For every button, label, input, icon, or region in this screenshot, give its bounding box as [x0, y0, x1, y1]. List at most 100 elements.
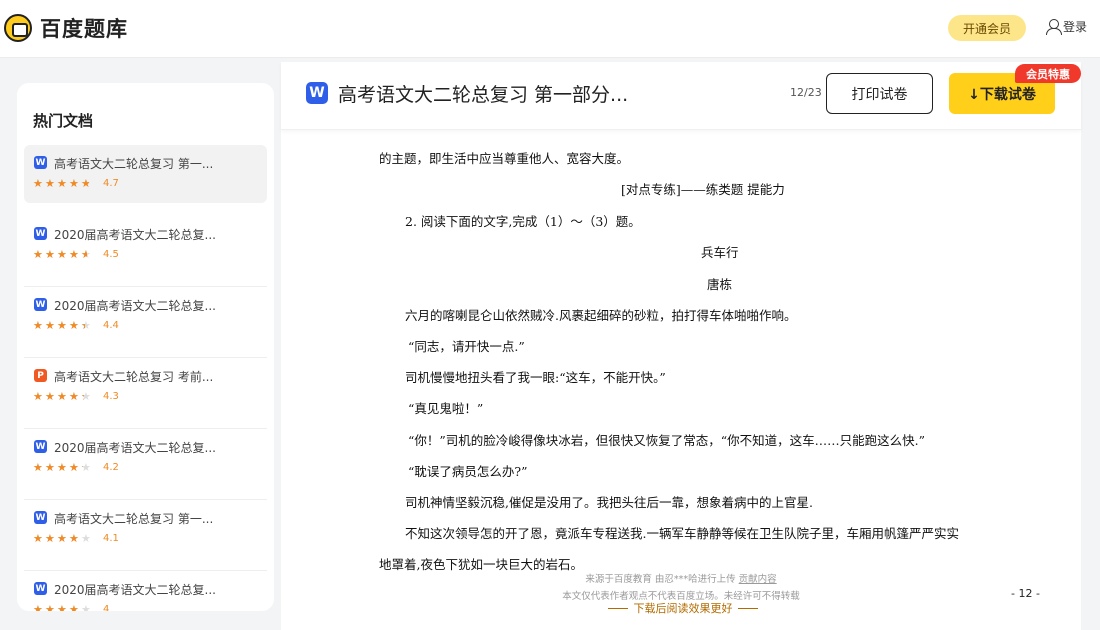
star-icon: ★ — [33, 391, 44, 402]
rating-value: 4.3 — [103, 391, 119, 402]
star-icon: ★ — [81, 178, 92, 189]
star-icon: ★ — [45, 462, 56, 473]
user-icon — [1046, 19, 1062, 35]
word-doc-icon: W — [34, 298, 47, 311]
hot-document-item[interactable]: W2020届高考语文大二轮总复...★★★★★4.4 — [24, 287, 267, 358]
star-icon: ★ — [45, 249, 56, 260]
star-icon: ★ — [69, 178, 80, 189]
rating-stars: ★★★★★4.4 — [33, 320, 119, 331]
source-prefix: 来源于百度教育 由 — [585, 574, 665, 585]
source-mid: 进行上传 — [697, 574, 736, 585]
star-icon: ★ — [33, 533, 44, 544]
print-button[interactable]: 打印试卷 — [826, 73, 933, 114]
text-line: 兵车行 — [701, 245, 739, 260]
star-icon: ★ — [69, 462, 80, 473]
star-icon: ★ — [69, 604, 80, 611]
logo-text: 百度题库 — [40, 17, 128, 41]
star-icon: ★ — [81, 249, 92, 260]
star-icon: ★ — [57, 604, 68, 611]
rating-value: 4.5 — [103, 249, 119, 260]
star-icon: ★ — [57, 320, 68, 331]
rating-value: 4.1 — [103, 533, 119, 544]
login-label: 登录 — [1063, 20, 1088, 34]
star-icon: ★ — [69, 249, 80, 260]
star-icon: ★ — [57, 533, 68, 544]
hot-document-item[interactable]: W2020届高考语文大二轮总复...★★★★★4.5 — [24, 216, 267, 287]
star-icon: ★ — [57, 249, 68, 260]
word-doc-icon: W — [306, 82, 328, 104]
top-header: 百度题库 开通会员 登录 — [0, 0, 1100, 58]
document-name: 2020届高考语文大二轮总复... — [54, 228, 216, 242]
star-icon: ★ — [57, 178, 68, 189]
hot-document-item[interactable]: P高考语文大二轮总复习 考前...★★★★★4.3 — [24, 358, 267, 429]
text-line: “你！”司机的脸冷峻得像块冰岩，但很快又恢复了常态，“你不知道，这车……只能跑这… — [408, 433, 926, 448]
rating-value: 4.4 — [103, 320, 119, 331]
text-line: 2. 阅读下面的文字,完成（1）～（3）题。 — [405, 214, 641, 229]
document-viewer: W 高考语文大二轮总复习 第一部分... 12/23 打印试卷 ↓下载试卷 会员… — [281, 62, 1081, 630]
text-line: [对点专练]——练类题 提能力 — [621, 182, 785, 197]
star-icon: ★ — [57, 462, 68, 473]
document-name: 2020届高考语文大二轮总复... — [54, 441, 216, 455]
ppt-doc-icon: P — [34, 369, 47, 382]
page-number: - 12 - — [1011, 587, 1040, 600]
source-note: 来源于百度教育 由忍***哈进行上传 贡献内容 — [281, 571, 1081, 585]
document-name: 高考语文大二轮总复习 第一... — [54, 512, 214, 526]
star-icon: ★ — [33, 178, 44, 189]
page-count: 12/23 — [790, 86, 822, 99]
hot-document-item[interactable]: W2020届高考语文大二轮总复...★★★★★4.2 — [24, 429, 267, 500]
logo[interactable]: 百度题库 — [4, 13, 128, 43]
text-line: “耽误了病员怎么办?” — [408, 464, 528, 479]
star-icon: ★ — [33, 320, 44, 331]
star-icon: ★ — [33, 249, 44, 260]
rating-stars: ★★★★★4.5 — [33, 249, 119, 260]
vip-discount-badge: 会员特惠 — [1015, 64, 1081, 83]
download-read-more-link[interactable]: 下载后阅读效果更好 — [608, 600, 758, 616]
login-button[interactable]: 登录 — [1046, 18, 1087, 35]
text-line: “真见鬼啦！” — [408, 401, 484, 416]
open-vip-button[interactable]: 开通会员 — [948, 15, 1026, 41]
document-name: 高考语文大二轮总复习 第一... — [54, 157, 214, 171]
rating-stars: ★★★★★4.2 — [33, 462, 119, 473]
document-name: 2020届高考语文大二轮总复... — [54, 583, 216, 597]
document-page: 的主题，即生活中应当尊重他人、宽容大度。 [对点专练]——练类题 提能力 2. … — [281, 132, 1081, 630]
star-icon: ★ — [81, 462, 92, 473]
star-icon: ★ — [69, 320, 80, 331]
rating-value: 4 — [103, 604, 110, 611]
rating-value: 4.7 — [103, 178, 119, 189]
document-name: 2020届高考语文大二轮总复... — [54, 299, 216, 313]
uploader-name: 忍***哈 — [664, 574, 698, 585]
hot-documents-list: W高考语文大二轮总复习 第一...★★★★★4.7W2020届高考语文大二轮总复… — [24, 145, 267, 611]
hot-documents-panel: 热门文档 W高考语文大二轮总复习 第一...★★★★★4.7W2020届高考语文… — [17, 83, 274, 611]
text-line: “同志，请开快一点.” — [408, 339, 525, 354]
text-line: 司机慢慢地扭头看了我一眼:“这车，不能开快。” — [405, 370, 666, 385]
hot-document-item[interactable]: W高考语文大二轮总复习 第一...★★★★★4.7 — [24, 145, 267, 203]
star-icon: ★ — [45, 604, 56, 611]
rating-value: 4.2 — [103, 462, 119, 473]
star-icon: ★ — [69, 391, 80, 402]
star-icon: ★ — [45, 178, 56, 189]
word-doc-icon: W — [34, 511, 47, 524]
document-title: 高考语文大二轮总复习 第一部分... — [338, 84, 629, 106]
word-doc-icon: W — [34, 440, 47, 453]
word-doc-icon: W — [34, 227, 47, 240]
hot-document-item[interactable]: W高考语文大二轮总复习 第一...★★★★★4.1 — [24, 500, 267, 571]
rating-stars: ★★★★★4.7 — [33, 178, 119, 189]
star-icon: ★ — [45, 320, 56, 331]
text-line: 唐栋 — [707, 277, 733, 292]
star-icon: ★ — [57, 391, 68, 402]
star-icon: ★ — [33, 604, 44, 611]
text-line: 的主题，即生活中应当尊重他人、宽容大度。 — [379, 151, 630, 166]
rating-stars: ★★★★★4.1 — [33, 533, 119, 544]
star-icon: ★ — [81, 533, 92, 544]
star-icon: ★ — [45, 391, 56, 402]
star-icon: ★ — [81, 391, 92, 402]
contribute-link[interactable]: 贡献内容 — [739, 574, 777, 585]
star-icon: ★ — [81, 604, 92, 611]
text-line: 六月的喀喇昆仑山依然贼冷.风裹起细碎的砂粒，拍打得车体啪啪作响。 — [405, 308, 797, 323]
document-header: W 高考语文大二轮总复习 第一部分... 12/23 打印试卷 ↓下载试卷 会员… — [281, 62, 1081, 130]
star-icon: ★ — [45, 533, 56, 544]
rating-stars: ★★★★★4.3 — [33, 391, 119, 402]
hot-document-item[interactable]: W2020届高考语文大二轮总复...★★★★★4 — [24, 571, 267, 611]
star-icon: ★ — [81, 320, 92, 331]
logo-icon — [4, 14, 32, 42]
